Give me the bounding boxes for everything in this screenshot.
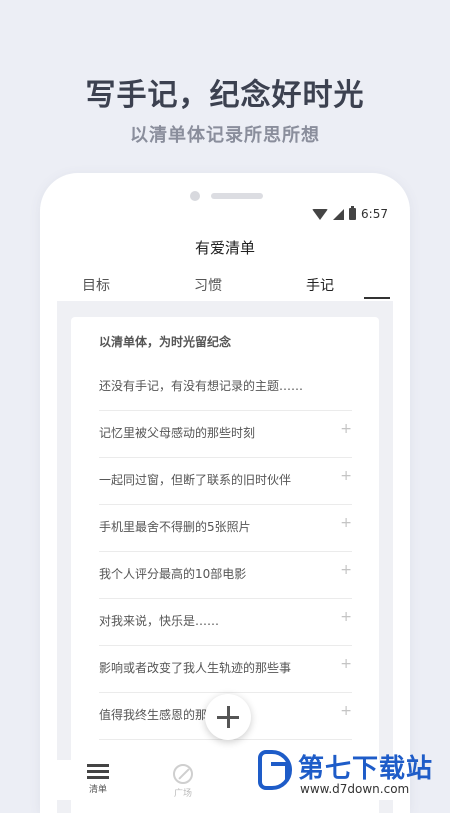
tab-habits[interactable]: 习惯 — [194, 275, 222, 295]
plus-icon — [226, 706, 230, 728]
tab-goals[interactable]: 目标 — [82, 275, 110, 295]
list-item-text: 影响或者改变了我人生轨迹的那些事 — [99, 661, 292, 675]
tab-bar: 目标 习惯 手记 — [58, 267, 392, 301]
plus-icon[interactable]: + — [340, 515, 352, 531]
card-header: 以清单体，为时光留纪念 — [99, 335, 232, 349]
tab-notes[interactable]: 手记 — [306, 275, 334, 295]
plus-icon[interactable]: + — [340, 703, 352, 719]
list-item[interactable]: 还没有手记，有没有想记录的主题…… — [99, 363, 352, 411]
nav-label: 清单 — [88, 785, 107, 795]
list-item[interactable]: 对我来说，快乐是…… + — [99, 598, 352, 646]
plus-icon[interactable]: + — [340, 656, 352, 672]
status-bar: 6:57 — [312, 206, 388, 222]
app-title: 有爱清单 — [194, 239, 255, 257]
nav-item-square[interactable]: 广场 — [163, 764, 203, 799]
list-item-text: 我个人评分最高的10部电影 — [99, 567, 247, 581]
site-logo-icon — [258, 750, 292, 790]
camera-dot — [190, 191, 200, 201]
speaker-grill — [211, 193, 263, 199]
list-item-text: 还没有手记，有没有想记录的主题…… — [99, 379, 304, 393]
list-item[interactable]: 一起同过窗，但断了联系的旧时伙伴 + — [99, 457, 352, 505]
status-time: 6:57 — [361, 207, 388, 221]
list-item[interactable]: 记忆里被父母感动的那些时刻 + — [99, 410, 352, 458]
list-item-text: 对我来说，快乐是…… — [99, 614, 220, 628]
list-item[interactable]: 手机里最舍不得删的5张照片 + — [99, 504, 352, 552]
list-item[interactable]: 影响或者改变了我人生轨迹的那些事 + — [99, 645, 352, 693]
list-icon — [87, 764, 109, 780]
compass-icon — [173, 764, 193, 784]
plus-icon[interactable]: + — [340, 421, 352, 437]
list-item-text: 一起同过窗，但断了联系的旧时伙伴 — [99, 473, 292, 487]
nav-label: 广场 — [173, 789, 192, 799]
add-note-button[interactable] — [205, 694, 251, 740]
promo-subtitle: 以清单体记录所思所想 — [130, 125, 320, 146]
phone-frame: 6:57 有爱清单 目标 习惯 手记 以清单体，为时光留纪念 还没有手记，有没有… — [40, 173, 410, 813]
list-item[interactable]: 我个人评分最高的10部电影 + — [99, 551, 352, 599]
signal-icon — [333, 208, 345, 220]
plus-icon[interactable]: + — [340, 562, 352, 578]
watermark: 第七下载站 www.d7down.com — [258, 748, 448, 800]
wifi-icon — [312, 208, 329, 220]
plus-icon[interactable]: + — [340, 609, 352, 625]
watermark-title: 第七下载站 — [298, 754, 434, 784]
plus-icon[interactable]: + — [340, 468, 352, 484]
list-item-text: 记忆里被父母感动的那些时刻 — [99, 426, 256, 440]
battery-icon — [349, 206, 357, 220]
nav-item-list[interactable]: 清单 — [78, 764, 118, 795]
watermark-url: www.d7down.com — [300, 782, 410, 796]
active-tab-indicator — [364, 297, 390, 299]
promo-title: 写手记，纪念好时光 — [85, 78, 365, 113]
list-item-text: 手机里最舍不得删的5张照片 — [99, 520, 251, 534]
